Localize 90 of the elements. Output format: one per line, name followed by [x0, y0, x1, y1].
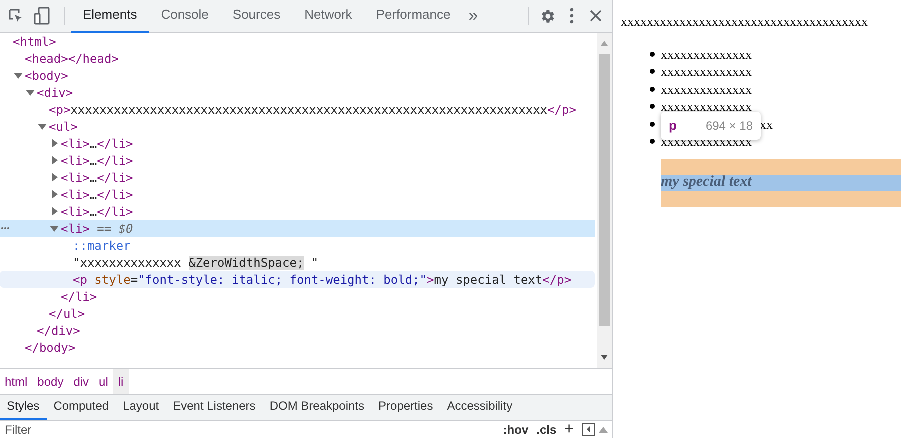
scroll-down-icon[interactable] [601, 355, 608, 360]
bullet-icon [650, 104, 655, 110]
more-tabs-button[interactable]: » [462, 3, 484, 29]
collapsed-arrow-icon[interactable] [50, 207, 59, 216]
devtools-tab[interactable]: Performance [364, 0, 463, 32]
tooltip-size: 694 × 18 [706, 118, 753, 135]
dom-node[interactable]: <html> [13, 33, 56, 50]
tree-row[interactable]: <body> [0, 67, 595, 84]
scrollbar[interactable] [597, 33, 612, 368]
panel-tab[interactable]: Computed [46, 394, 116, 420]
collapsed-arrow-icon[interactable] [50, 139, 59, 148]
filter-field[interactable]: Filter [5, 421, 500, 438]
panel-tab[interactable]: Accessibility [440, 394, 520, 420]
breadcrumb[interactable]: div [68, 369, 94, 394]
dom-node[interactable]: <li>…</li> [61, 202, 134, 220]
tree-row[interactable]: "xxxxxxxxxxxxxx &ZeroWidthSpace; " [0, 254, 595, 271]
panel-tab[interactable]: Layout [116, 394, 166, 420]
tree-row[interactable]: <li>…</li> [0, 135, 595, 152]
dom-node[interactable]: <p style="font-style: italic; font-weight: bold;">my special text</p> [73, 270, 572, 288]
list-item-text: xxxxxxxxxxxxxx [661, 65, 752, 78]
add-rule-button[interactable]: + [560, 422, 578, 438]
dom-node[interactable]: "xxxxxxxxxxxxxx &ZeroWidthSpace; " [73, 254, 319, 272]
kebab-menu-icon[interactable] [570, 8, 574, 24]
hov-button[interactable]: :hov [499, 421, 533, 438]
expanded-arrow-icon[interactable] [38, 122, 47, 131]
special-text: my special text [661, 173, 752, 192]
dom-node[interactable]: <ul> [49, 118, 78, 136]
bullet-icon [650, 86, 655, 92]
list-item-text: xxxxxxxxxxxxxx [661, 48, 752, 61]
cls-button[interactable]: .cls [532, 421, 561, 438]
bullet-icon [650, 122, 655, 127]
tree-row[interactable]: <li>…</li> [0, 186, 595, 203]
devtools-tab[interactable]: Console [149, 0, 221, 32]
devtools-tab[interactable]: Network [292, 0, 364, 32]
expanded-arrow-icon[interactable] [14, 71, 23, 80]
bullet-icon [650, 139, 655, 144]
dom-node[interactable]: </body> [25, 338, 76, 356]
tree-row[interactable]: <html> [0, 33, 595, 50]
settings-icon[interactable] [539, 8, 556, 24]
dom-node[interactable]: <div> [37, 84, 74, 102]
dom-node[interactable]: ::marker [73, 236, 131, 254]
collapsed-arrow-icon[interactable] [50, 173, 59, 182]
more-icon[interactable] [1, 227, 10, 230]
dom-node[interactable]: <head></head> [25, 50, 119, 68]
tree-row[interactable]: <head></head> [0, 50, 595, 67]
panel-tab[interactable]: Properties [372, 394, 440, 420]
list-item-text: xxxxxxxxxxxxxx [661, 100, 752, 114]
list-item-text: xxxxxxxxxxxxxx [661, 82, 752, 96]
collapsed-arrow-icon[interactable] [50, 156, 59, 165]
close-icon[interactable] [590, 10, 602, 22]
panel-tab[interactable]: Styles [0, 394, 47, 420]
inspect-icon[interactable] [8, 8, 24, 24]
dom-node[interactable]: <li>…</li> [61, 186, 134, 204]
tree-row[interactable]: ::marker [0, 237, 595, 254]
list-item-text: xxxxxxxxxxxxxx [661, 135, 752, 148]
dom-node[interactable]: <li>…</li> [61, 152, 134, 170]
breadcrumb[interactable]: ul [94, 369, 114, 394]
tree-row[interactable]: <li> == $0 [0, 220, 595, 237]
tree-row[interactable]: <ul> [0, 118, 595, 135]
bullet-icon [650, 52, 655, 57]
page-paragraph: xxxxxxxxxxxxxxxxxxxxxxxxxxxxxxxxxxxxxx [621, 13, 869, 31]
tree-row[interactable]: <li>…</li> [0, 152, 595, 169]
breadcrumb[interactable]: html [0, 369, 33, 394]
collapsed-arrow-icon[interactable] [50, 190, 59, 199]
panel-tab[interactable]: DOM Breakpoints [262, 394, 372, 420]
devtools-tab[interactable]: Sources [220, 0, 293, 32]
list-item-text: xx [760, 118, 773, 131]
dom-node[interactable]: </div> [37, 322, 80, 340]
dom-node[interactable]: <li>…</li> [61, 168, 134, 186]
dom-node[interactable]: </ul> [49, 304, 86, 322]
dom-node[interactable]: </li> [61, 288, 98, 306]
breadcrumb[interactable]: li [113, 369, 129, 394]
bullet-icon [650, 69, 655, 74]
dom-node[interactable]: <body> [25, 66, 68, 84]
device-icon[interactable] [34, 7, 50, 25]
tooltip-tag: p [669, 116, 677, 136]
tree-row[interactable]: <div> [0, 84, 595, 101]
dom-node[interactable]: <li>…</li> [61, 134, 134, 152]
tree-row[interactable]: <p style="font-style: italic; font-weight: bold;">my special text</p> [0, 271, 595, 288]
sidebar-toggle-icon[interactable] [582, 423, 595, 436]
panel-tab[interactable]: Event Listeners [166, 394, 263, 420]
expanded-arrow-icon[interactable] [50, 224, 59, 233]
breadcrumb[interactable]: body [32, 369, 69, 394]
devtools-tab[interactable]: Elements [71, 0, 150, 32]
tree-row[interactable]: <li>…</li> [0, 169, 595, 186]
tree-row[interactable]: <p>xxxxxxxxxxxxxxxxxxxxxxxxxxxxxxxxxxxxxxxxxxxxxxxxxxxxxxxxxxxxxxxxxx</p> [0, 101, 595, 118]
tree-row[interactable]: <li>…</li> [0, 203, 595, 220]
dom-node[interactable]: <li> == $0 [61, 220, 134, 238]
dom-node[interactable]: <p>xxxxxxxxxxxxxxxxxxxxxxxxxxxxxxxxxxxxxxxxxxxxxxxxxxxxxxxxxxxxxxxxxx</p> [49, 100, 576, 118]
expanded-arrow-icon[interactable] [26, 88, 35, 97]
